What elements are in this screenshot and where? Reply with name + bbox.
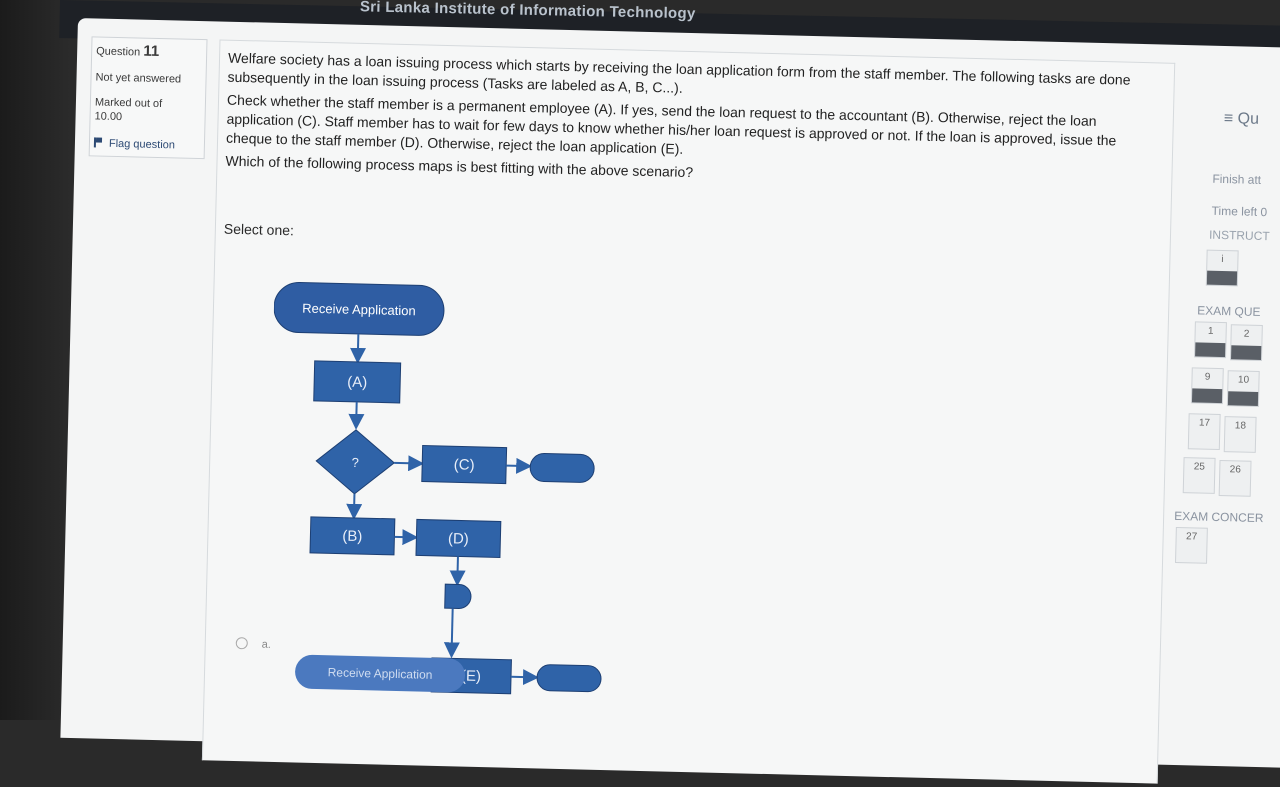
nav-concern-27[interactable]: 27 bbox=[1175, 527, 1208, 564]
quiz-screen: Question 11 Not yet answered Marked out … bbox=[60, 18, 1280, 768]
arrow-delay-e bbox=[452, 608, 453, 654]
exam-concern-heading: EXAM CONCER bbox=[1174, 509, 1264, 525]
question-content: Welfare society has a loan issuing proce… bbox=[202, 39, 1175, 783]
option-a-radio[interactable] bbox=[236, 637, 248, 649]
start-node-label: Receive Application bbox=[302, 301, 416, 319]
finish-attempt-link[interactable]: Finish att bbox=[1212, 172, 1261, 187]
select-one-label: Select one: bbox=[224, 221, 294, 239]
task-c-label: (C) bbox=[454, 456, 475, 474]
monitor-bezel bbox=[0, 0, 70, 720]
decision-label: ? bbox=[351, 455, 359, 470]
question-text: Welfare society has a loan issuing proce… bbox=[225, 49, 1158, 198]
end-node-c bbox=[530, 453, 595, 483]
flag-icon bbox=[94, 137, 104, 147]
quiz-navigation-panel: ≡ Qu Finish att Time left 0 INSTRUCT i E… bbox=[1168, 75, 1280, 778]
nav-question-9[interactable]: 9 bbox=[1191, 367, 1224, 404]
arrow-d-delay bbox=[457, 556, 458, 582]
quiz-menu-button[interactable]: ≡ Qu bbox=[1224, 110, 1260, 129]
option-a[interactable]: a. bbox=[236, 637, 271, 651]
delay-node bbox=[445, 584, 472, 609]
nav-question-17[interactable]: 17 bbox=[1188, 413, 1221, 450]
question-info-box: Question 11 Not yet answered Marked out … bbox=[89, 36, 208, 159]
arrow-start-a bbox=[358, 334, 359, 360]
arrow-a-decision bbox=[356, 402, 357, 426]
nav-question-26[interactable]: 26 bbox=[1219, 460, 1252, 497]
option-b-start-node: Receive Application bbox=[295, 655, 466, 693]
marked-out-of: Marked out of 10.00 bbox=[94, 95, 162, 125]
exam-questions-heading: EXAM QUE bbox=[1197, 303, 1261, 319]
end-node-e bbox=[537, 664, 602, 692]
nav-question-2[interactable]: 2 bbox=[1230, 324, 1263, 361]
time-left-label: Time left 0 bbox=[1211, 204, 1267, 219]
arrow-e-end bbox=[511, 677, 535, 678]
flag-question-button[interactable]: Flag question bbox=[94, 137, 175, 151]
nav-question-18[interactable]: 18 bbox=[1224, 416, 1257, 453]
task-d-label: (D) bbox=[448, 530, 469, 548]
answer-status: Not yet answered bbox=[95, 71, 181, 85]
nav-question-25[interactable]: 25 bbox=[1183, 457, 1216, 494]
institute-title: Sri Lanka Institute of Information Techn… bbox=[360, 0, 696, 22]
nav-question-10[interactable]: 10 bbox=[1227, 370, 1260, 407]
nav-question-1[interactable]: 1 bbox=[1194, 321, 1227, 358]
task-a-label: (A) bbox=[347, 374, 367, 391]
question-number: Question 11 bbox=[96, 41, 159, 60]
arrow-decision-c bbox=[394, 463, 420, 464]
task-b-label: (B) bbox=[342, 528, 362, 545]
nav-instructions[interactable]: i bbox=[1206, 250, 1239, 287]
process-map-option-a[interactable]: Receive Application (A) ? (C) (B) (D) bbox=[265, 242, 655, 671]
arrow-decision-b bbox=[354, 494, 355, 516]
arrow-c-end bbox=[506, 466, 528, 467]
instructions-heading: INSTRUCT bbox=[1209, 228, 1270, 243]
